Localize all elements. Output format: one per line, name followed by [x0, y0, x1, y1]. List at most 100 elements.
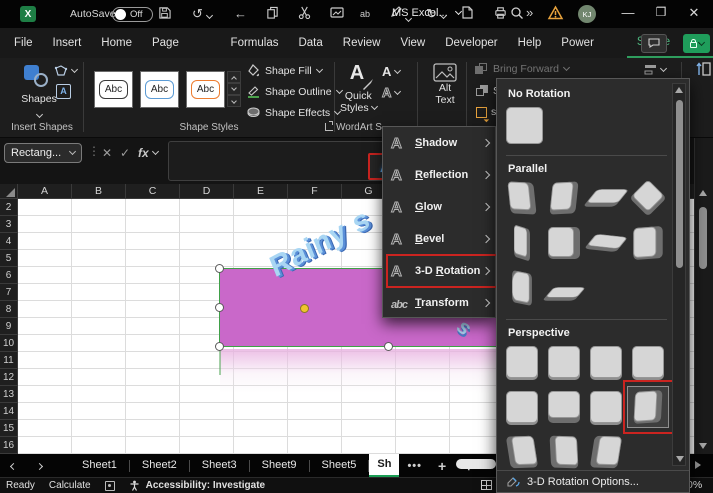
column-header-A[interactable]: A [18, 184, 72, 199]
column-header-C[interactable]: C [126, 184, 180, 199]
menu-item-transform[interactable]: abcTransform [383, 287, 495, 319]
row-header-8[interactable]: 8 [0, 301, 18, 318]
row-header-10[interactable]: 10 [0, 335, 18, 352]
row-header-11[interactable]: 11 [0, 352, 18, 369]
rotation-swatch-round-corner[interactable] [512, 270, 532, 306]
avatar[interactable]: KJ [578, 5, 596, 23]
selection-pane-fragment[interactable]: s [476, 106, 496, 118]
tab-power-pivot[interactable]: Power Pivot [551, 28, 627, 58]
flyout-scrollbar[interactable] [672, 83, 686, 466]
rotation-swatch-diamond[interactable] [629, 179, 666, 216]
normal-view-icon[interactable] [481, 480, 492, 490]
shape-style-swatch[interactable]: Abc [94, 71, 133, 108]
rotation-swatch-front[interactable] [590, 346, 622, 378]
sheet-tab-sheet3[interactable]: Sheet3 [190, 454, 249, 477]
select-all-button[interactable] [0, 184, 18, 199]
rotation-swatch-block-right[interactable] [548, 227, 580, 259]
adjust-handle[interactable] [300, 304, 309, 313]
text-fill-button[interactable]: A [382, 64, 400, 79]
shape-fill-button[interactable]: Shape Fill [247, 64, 322, 77]
sheet-tab-sheet1[interactable]: Sheet1 [70, 454, 129, 477]
rotation-swatch-slim-left[interactable] [514, 224, 530, 261]
column-header-D[interactable]: D [180, 184, 234, 199]
tab-file[interactable]: File [4, 28, 43, 58]
name-box-resize-handle[interactable]: ⋮ [88, 144, 100, 158]
rotation-swatch-tilt-right[interactable] [590, 436, 622, 469]
rotation-swatch-front[interactable] [590, 391, 622, 423]
close-button[interactable]: ✕ [685, 5, 703, 21]
rotation-options-button[interactable]: 3-D Rotation Options... [497, 470, 689, 492]
rotation-swatch-tilt-mid[interactable] [550, 436, 579, 469]
menu-item-bevel[interactable]: ABevel [383, 223, 495, 255]
tab-view[interactable]: View [391, 28, 436, 58]
row-header-13[interactable]: 13 [0, 386, 18, 403]
sheet-tab-sheet5[interactable]: Sheet5 [310, 454, 369, 477]
new-sheet-button[interactable]: + [430, 458, 455, 474]
name-box[interactable]: Rectang... [4, 143, 82, 163]
size-height-icon[interactable] [695, 61, 711, 78]
gallery-up-button[interactable] [227, 71, 241, 83]
vertical-scrollbar-thumb[interactable] [699, 207, 707, 269]
scroll-up-icon[interactable] [675, 87, 683, 93]
text-outline-button[interactable]: A [382, 85, 400, 100]
shape-outline-button[interactable]: Shape Outline [247, 85, 342, 98]
alt-text-button[interactable]: Alt Text [428, 63, 462, 106]
edit-shape-button[interactable] [54, 65, 77, 77]
save-icon[interactable] [158, 6, 171, 19]
rotation-swatch-front-b[interactable] [548, 391, 580, 423]
rotation-swatch-front[interactable] [548, 346, 580, 378]
status-accessibility[interactable]: Accessibility: Investigate [146, 480, 266, 491]
shape-effects-button[interactable]: Shape Effects [247, 106, 340, 119]
sheet-tab-sheet9[interactable]: Sheet9 [250, 454, 309, 477]
rotation-swatch-flat-tilt[interactable] [584, 234, 628, 252]
menu-item-3-d-rotation[interactable]: A3-D Rotation [383, 255, 495, 287]
rotation-swatch-slab[interactable] [542, 287, 586, 300]
tab-help[interactable]: Help [508, 28, 552, 58]
scroll-down-icon[interactable] [699, 443, 707, 449]
print-icon[interactable] [494, 6, 507, 19]
dialog-launcher-icon[interactable] [325, 123, 333, 131]
row-header-6[interactable]: 6 [0, 267, 18, 284]
flyout-scrollbar-thumb[interactable] [676, 100, 683, 268]
sheet-tab-sheet2[interactable]: Sheet2 [130, 454, 189, 477]
tab-developer[interactable]: Developer [435, 28, 507, 58]
rotation-swatch-iso-left[interactable] [507, 181, 536, 214]
row-header-7[interactable]: 7 [0, 284, 18, 301]
copy-icon[interactable] [266, 6, 279, 19]
row-header-2[interactable]: 2 [0, 199, 18, 216]
confirm-entry-icon[interactable]: ✓ [120, 146, 130, 160]
maximize-button[interactable]: ❒ [652, 5, 670, 19]
new-document-icon[interactable] [462, 6, 473, 19]
minimize-button[interactable]: — [619, 5, 637, 20]
rotation-swatch-tilt-left[interactable] [506, 436, 538, 469]
tab-formulas[interactable]: Formulas [221, 28, 289, 58]
resize-handle[interactable] [215, 342, 224, 351]
undo-button[interactable]: ↺ [192, 6, 212, 22]
more-sheets-icon[interactable]: ••• [399, 460, 430, 472]
quick-styles-button[interactable]: A Quick Styles [340, 62, 377, 114]
gallery-down-button[interactable] [227, 83, 241, 95]
column-header-F[interactable]: F [288, 184, 342, 199]
resize-handle[interactable] [215, 303, 224, 312]
status-calculate[interactable]: Calculate [49, 480, 91, 491]
row-header-5[interactable]: 5 [0, 250, 18, 267]
scroll-right-icon[interactable] [695, 461, 701, 469]
tab-data[interactable]: Data [288, 28, 332, 58]
horizontal-scrollbar-thumb[interactable] [456, 459, 496, 469]
bring-forward-button[interactable]: Bring Forward [475, 63, 569, 75]
row-header-12[interactable]: 12 [0, 369, 18, 386]
resize-handle[interactable] [215, 264, 224, 273]
column-header-B[interactable]: B [72, 184, 126, 199]
menu-item-reflection[interactable]: AReflection [383, 159, 495, 191]
row-header-4[interactable]: 4 [0, 233, 18, 250]
rotation-swatch-flat-top[interactable] [583, 189, 629, 207]
document-title[interactable]: MS Excel... [392, 7, 461, 19]
tab-review[interactable]: Review [333, 28, 391, 58]
search-icon[interactable] [510, 6, 524, 20]
scroll-up-icon[interactable] [699, 190, 707, 196]
macro-record-icon[interactable] [105, 481, 115, 491]
warning-icon[interactable] [547, 5, 564, 21]
share-button[interactable] [683, 34, 710, 53]
rotation-swatch-front[interactable] [506, 346, 538, 378]
align-objects-button[interactable] [644, 64, 666, 76]
